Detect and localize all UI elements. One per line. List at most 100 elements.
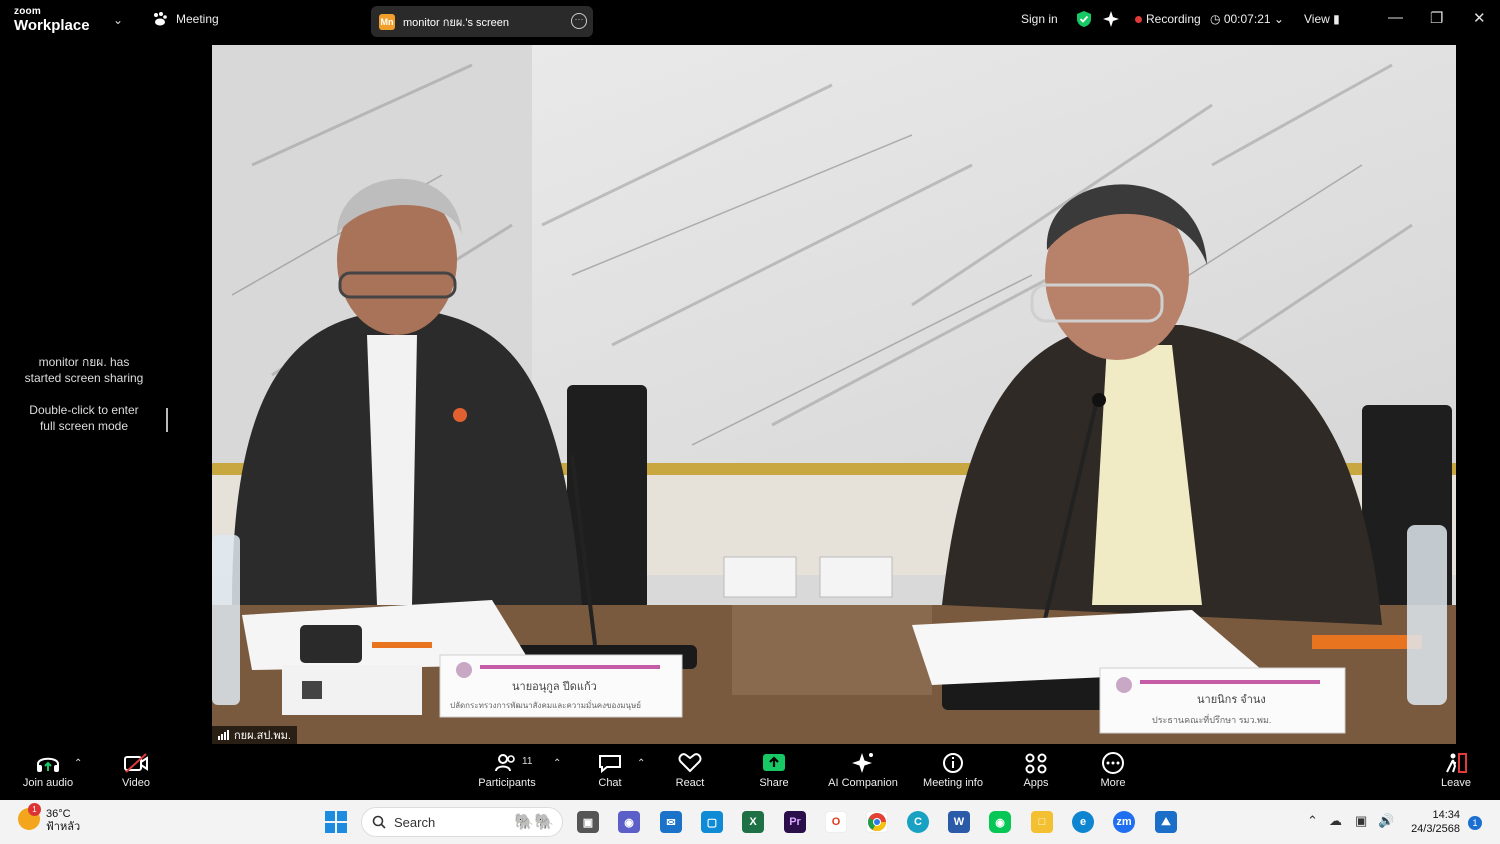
timer-value: 00:07:21: [1223, 12, 1271, 26]
view-label: View: [1304, 12, 1330, 26]
fullscreen-hint-line2: full screen mode: [39, 419, 129, 433]
meeting-info-button[interactable]: Meeting info: [918, 752, 988, 789]
view-button[interactable]: View ▮: [1304, 12, 1340, 26]
mail-icon[interactable]: ✉: [660, 811, 682, 833]
share-notice-line1: monitor กยผ. has: [38, 355, 130, 369]
share-title: monitor กยผ.'s screen: [403, 16, 510, 29]
headphones-icon: [37, 757, 59, 772]
more-label: More: [1100, 777, 1126, 789]
task-view-icon[interactable]: ▣: [577, 811, 599, 833]
nameplate-left-title: ปลัดกระทรวงการพัฒนาสังคมและความมั่นคงของ…: [450, 699, 641, 710]
nameplate-right-name: นายนิกร จำนง: [1197, 694, 1266, 706]
zoom-workplace-logo[interactable]: zoom Workplace: [14, 6, 90, 34]
participants-options-caret-icon[interactable]: ⌃: [553, 758, 561, 769]
weather-desc: ฟ้าหลัว: [46, 821, 81, 833]
ai-sparkle-icon[interactable]: [1102, 10, 1120, 31]
join-audio-button[interactable]: Join audio: [18, 752, 78, 789]
windows-start-icon[interactable]: [325, 811, 347, 833]
premiere-pro-icon[interactable]: Pr: [784, 811, 806, 833]
sharer-avatar: Mn: [379, 13, 395, 30]
search-placeholder: Search: [394, 814, 436, 830]
chevron-down-icon: ⌄: [1273, 12, 1284, 26]
record-dot-icon: [1135, 16, 1142, 24]
video-source-name: กยผ.สป.พม.: [234, 730, 291, 742]
more-button[interactable]: More: [1093, 752, 1133, 789]
share-button[interactable]: Share: [752, 752, 796, 789]
more-options-icon[interactable]: ···: [571, 13, 587, 29]
encryption-shield-icon[interactable]: [1076, 10, 1092, 31]
canva-icon[interactable]: C: [907, 811, 929, 833]
ai-companion-button[interactable]: AI Companion: [823, 752, 903, 789]
show-hidden-icons-icon[interactable]: ⌃: [1307, 813, 1318, 829]
notification-count-badge[interactable]: 1: [1468, 816, 1482, 830]
shared-screen-video[interactable]: นายอนุกูล ปีดแก้ว ปลัดกระทรวงการพัฒนาสัง…: [212, 45, 1456, 744]
share-notice: monitor กยผ. has started screen sharing …: [0, 354, 168, 434]
apps-label: Apps: [1023, 777, 1049, 789]
chevron-down-icon[interactable]: ⌄: [113, 13, 123, 27]
share-label: Share: [759, 777, 789, 789]
meeting-info-label: Meeting info: [923, 777, 983, 789]
logo-line1: zoom: [14, 6, 41, 17]
edge-icon[interactable]: e: [1072, 811, 1094, 833]
fullscreen-hint-line1: Double-click to enter: [29, 403, 139, 417]
participants-icon: [495, 754, 515, 772]
video-source-label: กยผ.สป.พม.: [212, 726, 297, 744]
excel-icon[interactable]: X: [742, 811, 764, 833]
nameplate-left-name: นายอนุกูล ปีดแก้ว: [512, 680, 597, 693]
video-off-icon: [124, 753, 148, 773]
video-frame: นายอนุกูล ปีดแก้ว ปลัดกระทรวงการพัฒนาสัง…: [212, 45, 1456, 744]
network-icon[interactable]: ▣: [1355, 813, 1367, 829]
weather-temp: 36°C: [46, 808, 71, 820]
file-explorer-icon[interactable]: □: [1031, 811, 1053, 833]
onedrive-offline-icon[interactable]: ☁: [1329, 813, 1342, 829]
chat-button[interactable]: Chat: [588, 752, 632, 789]
zoom-icon[interactable]: zm: [1113, 811, 1135, 833]
close-icon[interactable]: ✕: [1473, 9, 1486, 27]
line-icon[interactable]: ◉: [989, 811, 1011, 833]
restore-icon[interactable]: ❐: [1430, 9, 1443, 27]
react-button[interactable]: React: [668, 752, 712, 789]
teams-icon[interactable]: ◉: [618, 811, 640, 833]
taskbar-search[interactable]: Search 🐘🐘: [361, 807, 563, 837]
participants-label: Participants: [478, 777, 536, 789]
video-button[interactable]: Video: [106, 752, 166, 789]
apps-icon: [1025, 753, 1047, 774]
participants-count: 11: [522, 756, 533, 767]
recording-indicator[interactable]: Recording: [1135, 12, 1201, 26]
office-icon[interactable]: O: [825, 811, 847, 833]
remote-desktop-icon[interactable]: ▢: [701, 811, 723, 833]
chrome-icon[interactable]: [866, 811, 888, 833]
screen-share-indicator[interactable]: Mn monitor กยผ.'s screen ···: [371, 6, 593, 37]
meeting-menu-button[interactable]: Meeting: [152, 12, 219, 26]
system-clock[interactable]: 14:34 24/3/2568: [1408, 808, 1460, 836]
minimize-icon[interactable]: —: [1388, 9, 1403, 26]
leave-button[interactable]: Leave: [1436, 752, 1476, 789]
weather-widget[interactable]: 1 36°C ฟ้าหลัว: [18, 803, 81, 834]
photos-icon[interactable]: ⛰: [1155, 811, 1177, 833]
join-audio-label: Join audio: [22, 777, 74, 789]
chat-options-caret-icon[interactable]: ⌃: [637, 758, 645, 769]
leave-label: Leave: [1441, 777, 1471, 789]
nameplate-right-title: ประธานคณะที่ปรึกษา รมว.พม.: [1152, 713, 1271, 725]
paw-icon: [154, 12, 167, 26]
heart-icon: [678, 753, 702, 773]
meeting-timer[interactable]: ◷ 00:07:21 ⌄: [1210, 12, 1284, 26]
more-icon: [1102, 752, 1124, 774]
leave-icon: [1446, 753, 1467, 773]
sign-in-button[interactable]: Sign in: [1021, 12, 1058, 26]
share-screen-icon: [763, 754, 785, 771]
signal-strength-icon: [218, 730, 229, 740]
audio-options-caret-icon[interactable]: ⌃: [74, 758, 82, 769]
weather-sun-icon: 1: [18, 803, 41, 830]
volume-icon[interactable]: 🔊: [1378, 813, 1394, 829]
title-bar: zoom Workplace ⌄ Meeting Mn monitor กยผ.…: [0, 0, 1500, 44]
weather-badge: 1: [28, 803, 41, 816]
clock-date: 24/3/2568: [1411, 823, 1460, 835]
ai-companion-icon: [852, 753, 873, 773]
react-label: React: [675, 777, 705, 789]
ai-companion-label: AI Companion: [828, 777, 898, 789]
apps-button[interactable]: Apps: [1016, 752, 1056, 789]
resize-handle[interactable]: [166, 408, 168, 432]
search-icon: [372, 815, 386, 829]
word-icon[interactable]: W: [948, 811, 970, 833]
